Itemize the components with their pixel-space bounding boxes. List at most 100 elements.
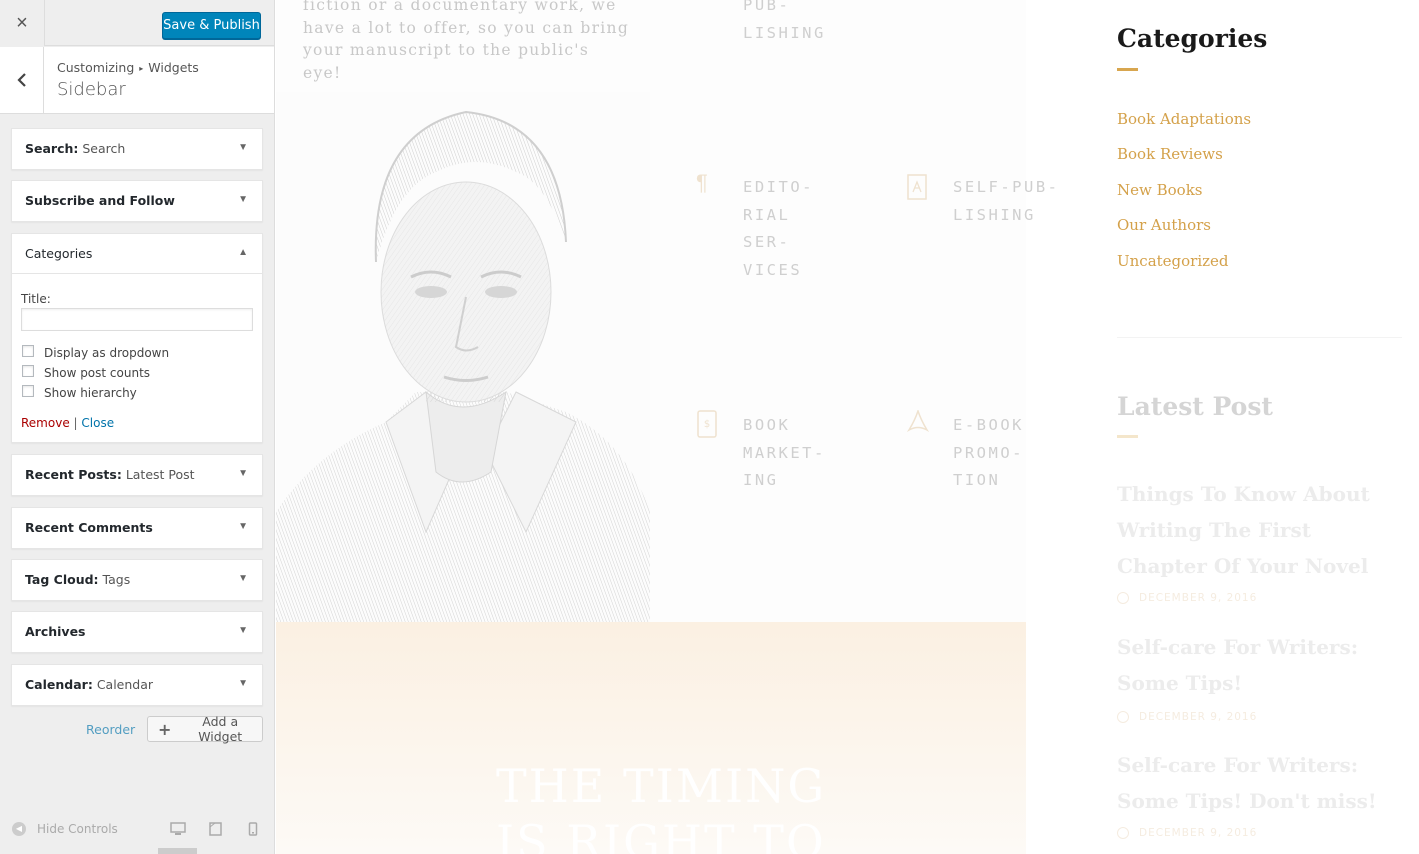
widget-title: Recent Posts: Latest Post: [25, 467, 195, 482]
widget-control-links: Remove | Close: [21, 416, 114, 430]
widget-recent-posts: Recent Posts: Latest Post ▼: [11, 454, 263, 496]
add-widget-label: Add a Widget: [198, 714, 243, 744]
widget-header-recent-posts[interactable]: Recent Posts: Latest Post ▼: [12, 455, 262, 495]
widget-header-tag-cloud[interactable]: Tag Cloud: Tags ▼: [12, 560, 262, 600]
arrow-down-icon[interactable]: ▼: [238, 625, 248, 636]
title-label: Title:: [21, 292, 51, 306]
add-widget-button[interactable]: + Add a Widget: [147, 714, 263, 744]
category-link[interactable]: Our Authors: [1117, 216, 1211, 234]
widget-title: Calendar: Calendar: [25, 677, 154, 692]
widget-title: Search: Search: [25, 141, 126, 156]
customizer-panel: × Save & Publish Customizing ▸ Widgets Sid…: [0, 0, 275, 854]
widget-title: Subscribe and Follow: [25, 193, 175, 208]
service-self-publishing-label: SELF-PUB- LISHING: [953, 178, 1060, 224]
widget-title: Archives: [25, 624, 86, 639]
post-date: DECEMBER 9, 2016: [1117, 592, 1257, 604]
post-title-link[interactable]: Self-care For Writers: Some Tips!: [1117, 629, 1402, 701]
service-editorial-label: EDITO- RIAL SER- VICES: [743, 178, 814, 279]
arrow-down-icon[interactable]: ▼: [238, 142, 248, 153]
close-customizer-button[interactable]: ×: [0, 0, 45, 46]
widget-recent-comments: Recent Comments ▼: [11, 507, 263, 549]
plus-icon: +: [158, 719, 172, 739]
category-link[interactable]: Book Reviews: [1117, 145, 1223, 163]
checkbox-label: Show post counts: [44, 366, 151, 380]
checkbox-label: Display as dropdown: [44, 346, 170, 360]
widget-calendar: Calendar: Calendar ▼: [11, 664, 263, 706]
breadcrumb-separator: ▸: [139, 64, 144, 73]
post-title-link[interactable]: Self-care For Writers: Some Tips! Don't …: [1117, 747, 1402, 819]
arrow-down-icon[interactable]: ▼: [238, 573, 248, 584]
service-publishing-label: PUB- LISHING: [743, 0, 826, 42]
desktop-preview-icon[interactable]: [170, 822, 186, 836]
widget-header-archives[interactable]: Archives ▼: [12, 612, 262, 652]
category-link[interactable]: New Books: [1117, 181, 1202, 199]
close-widget-link[interactable]: Close: [81, 416, 114, 430]
tablet-preview-icon[interactable]: [209, 822, 222, 836]
clock-icon: [1117, 827, 1129, 839]
post-title-link[interactable]: Things To Know About Writing The First C…: [1117, 476, 1402, 584]
widget-header-recent-comments[interactable]: Recent Comments ▼: [12, 508, 262, 548]
hide-controls-label: Hide Controls: [37, 822, 118, 836]
site-preview: fiction or a documentary work, we have a…: [276, 0, 1419, 854]
widget-header-subscribe[interactable]: Subscribe and Follow ▼: [12, 181, 262, 221]
arrow-down-icon[interactable]: ▼: [238, 194, 248, 205]
heading-accent-bar: [1117, 435, 1138, 438]
heading-accent-bar: [1117, 68, 1138, 71]
customizer-header: × Save & Publish: [0, 0, 274, 46]
hero-text: fiction or a documentary work, we have a…: [303, 0, 630, 82]
arrow-down-icon[interactable]: ▼: [238, 521, 248, 532]
remove-widget-link[interactable]: Remove: [21, 416, 70, 430]
checkbox-row-dropdown: Display as dropdown: [22, 344, 170, 360]
svg-text:$: $: [704, 419, 710, 430]
widget-form: Title: Display as dropdown Show post cou…: [12, 274, 262, 442]
checkbox-row-hierarchy: Show hierarchy: [22, 384, 137, 400]
arrow-up-icon[interactable]: ▲: [238, 247, 248, 258]
title-input[interactable]: [21, 308, 253, 331]
portrait-engraving-image: [276, 92, 650, 622]
service-marketing-label: BOOK MARKET- ING: [743, 416, 826, 489]
mobile-preview-icon[interactable]: [248, 822, 258, 836]
sidebar-divider: [1117, 337, 1402, 338]
post-date: DECEMBER 9, 2016: [1117, 827, 1257, 839]
category-link[interactable]: Uncategorized: [1117, 252, 1229, 270]
document-icon: [907, 174, 927, 200]
active-device-indicator: [158, 848, 197, 854]
hide-controls-button[interactable]: ◀ Hide Controls: [12, 822, 118, 836]
widget-tag-cloud: Tag Cloud: Tags ▼: [11, 559, 263, 601]
pilcrow-icon: ¶: [696, 170, 708, 195]
latest-post-heading: Latest Post: [1117, 392, 1273, 421]
clock-icon: [1117, 711, 1129, 723]
cta-band: THE TIMING IS RIGHT TO: [276, 622, 1026, 854]
category-link[interactable]: Book Adaptations: [1117, 110, 1251, 128]
back-button[interactable]: [0, 47, 44, 113]
widget-title: Categories: [25, 246, 93, 261]
chevron-left-icon: [16, 73, 26, 87]
widget-archives: Archives ▼: [11, 611, 263, 653]
widget-header-search[interactable]: Search: Search ▼: [12, 129, 262, 169]
reorder-link[interactable]: Reorder: [86, 722, 135, 737]
service-promotion-label: E-BOOK PROMO- TION: [953, 416, 1024, 489]
categories-heading: Categories: [1117, 24, 1268, 53]
widget-title: Recent Comments: [25, 520, 153, 535]
close-icon: ×: [16, 11, 28, 34]
customizer-footer: ◀ Hide Controls: [0, 810, 274, 854]
collapse-icon: ◀: [12, 822, 26, 836]
pdf-icon: [907, 410, 929, 432]
section-title-bar: Customizing ▸ Widgets Sidebar: [0, 47, 274, 114]
widget-title: Tag Cloud: Tags: [25, 572, 131, 587]
widget-subscribe-follow: Subscribe and Follow ▼: [11, 180, 263, 222]
link-separator: |: [73, 416, 78, 430]
save-publish-button[interactable]: Save & Publish: [162, 12, 261, 39]
arrow-down-icon[interactable]: ▼: [238, 468, 248, 479]
checkbox-row-post-counts: Show post counts: [22, 364, 151, 380]
clock-icon: [1117, 592, 1129, 604]
display-dropdown-checkbox[interactable]: [22, 344, 34, 357]
show-post-counts-checkbox[interactable]: [22, 364, 34, 377]
arrow-down-icon[interactable]: ▼: [238, 678, 248, 689]
breadcrumb-current: Widgets: [148, 60, 199, 75]
widget-header-categories[interactable]: Categories ▲: [12, 234, 262, 274]
show-hierarchy-checkbox[interactable]: [22, 384, 34, 397]
widget-header-calendar[interactable]: Calendar: Calendar ▼: [12, 665, 262, 705]
post-date: DECEMBER 9, 2016: [1117, 711, 1257, 723]
checkbox-label: Show hierarchy: [44, 386, 137, 400]
